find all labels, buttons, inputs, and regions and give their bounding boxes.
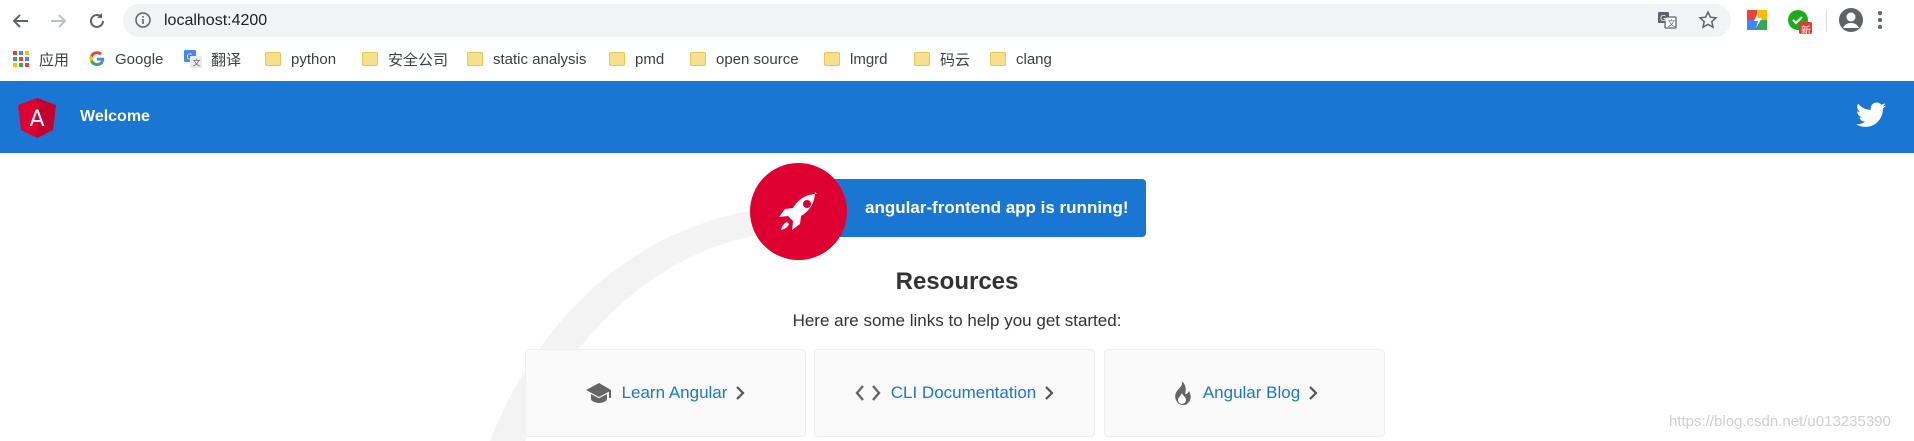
resource-link-label: Learn Angular bbox=[621, 383, 728, 402]
flame-icon bbox=[1171, 380, 1193, 406]
bookmark-label: static analysis bbox=[493, 50, 587, 68]
angular-logo-icon: A bbox=[18, 98, 56, 143]
bookmark-star-icon[interactable] bbox=[1698, 10, 1718, 30]
watermark-text: https://blog.csdn.net/u013235390 bbox=[1669, 413, 1891, 430]
extension-badge: 新 bbox=[1801, 26, 1811, 37]
twitter-link[interactable] bbox=[1856, 102, 1886, 133]
back-arrow-icon bbox=[12, 14, 28, 28]
bookmark-apps[interactable]: 应用 bbox=[12, 49, 69, 69]
page-translate-icon[interactable]: 文G bbox=[1657, 10, 1677, 30]
resource-link-label: Angular Blog bbox=[1202, 383, 1301, 402]
bookmark-folder-python[interactable]: python bbox=[264, 49, 336, 69]
bookmark-label: 安全公司 bbox=[388, 51, 449, 69]
bookmark-folder-pmd[interactable]: pmd bbox=[608, 49, 664, 69]
folder-icon bbox=[689, 50, 707, 68]
extension-colorful-icon[interactable] bbox=[1746, 9, 1768, 31]
reload-icon bbox=[90, 13, 104, 28]
bookmark-folder-static-analysis[interactable]: static analysis bbox=[466, 49, 586, 69]
bookmark-folder-security[interactable]: 安全公司 bbox=[361, 49, 448, 69]
svg-text:文: 文 bbox=[1668, 18, 1676, 28]
google-icon bbox=[88, 50, 106, 68]
main-content: angular-frontend app is running! Resourc… bbox=[0, 153, 1914, 441]
resources-subtitle: Here are some links to help you get star… bbox=[792, 311, 1122, 330]
resources-heading: Resources bbox=[895, 268, 1019, 295]
reload-button[interactable] bbox=[82, 6, 112, 36]
profile-button[interactable] bbox=[1838, 7, 1864, 38]
bookmark-folder-clang[interactable]: clang bbox=[989, 49, 1052, 69]
resource-card-angular-blog[interactable]: Angular Blog bbox=[1104, 349, 1385, 437]
resource-card-learn-angular[interactable]: Learn Angular bbox=[525, 349, 806, 437]
forward-arrow-icon bbox=[51, 14, 67, 28]
bookmark-label: lmgrd bbox=[850, 50, 888, 68]
bookmark-label: pmd bbox=[635, 50, 665, 68]
folder-icon bbox=[361, 50, 379, 68]
bookmark-folder-lmgrd[interactable]: lmgrd bbox=[823, 49, 888, 69]
back-button[interactable] bbox=[6, 6, 36, 36]
svg-text:文: 文 bbox=[193, 58, 201, 68]
logo-letter: A bbox=[29, 107, 44, 132]
chevron-right-icon bbox=[1308, 385, 1318, 401]
app-toolbar: A Welcome bbox=[0, 81, 1914, 153]
bookmark-label: 码云 bbox=[940, 51, 971, 69]
info-icon[interactable] bbox=[135, 12, 151, 28]
resource-card-cli-documentation[interactable]: CLI Documentation bbox=[814, 349, 1095, 437]
bookmark-folder-open-source[interactable]: open source bbox=[689, 49, 799, 69]
bookmark-google[interactable]: Google bbox=[88, 49, 163, 69]
bookmark-label: clang bbox=[1016, 50, 1052, 68]
bookmark-label: 应用 bbox=[39, 51, 70, 69]
folder-icon bbox=[989, 50, 1007, 68]
toolbar-divider bbox=[1826, 10, 1827, 32]
browser-toolbar: localhost:4200 文G 新 bbox=[0, 0, 1914, 42]
bookmark-label: Google bbox=[115, 50, 164, 68]
forward-button[interactable] bbox=[43, 6, 73, 36]
chevron-right-icon bbox=[735, 385, 745, 401]
apps-grid-icon bbox=[12, 50, 30, 68]
extension-green-icon[interactable]: 新 bbox=[1787, 9, 1812, 37]
twitter-icon bbox=[1856, 102, 1886, 127]
bookmark-label: 翻译 bbox=[211, 51, 242, 69]
bookmark-label: open source bbox=[716, 50, 799, 68]
more-vert-icon bbox=[1878, 11, 1882, 29]
rocket-icon bbox=[778, 191, 817, 230]
graduation-cap-icon bbox=[585, 382, 612, 404]
status-card: angular-frontend app is running! bbox=[829, 179, 1146, 237]
app-title: Welcome bbox=[80, 108, 150, 125]
address-bar[interactable]: localhost:4200 文G bbox=[123, 4, 1731, 37]
account-avatar-icon bbox=[1839, 8, 1863, 32]
translate-icon: G文 bbox=[184, 50, 202, 68]
browser-menu-button[interactable] bbox=[1876, 8, 1884, 37]
folder-icon bbox=[913, 50, 931, 68]
bookmarks-bar: 应用 Google G文 翻译 python 安全公司 static analy… bbox=[0, 42, 1914, 76]
folder-icon bbox=[608, 50, 626, 68]
status-card-text: angular-frontend app is running! bbox=[865, 198, 1129, 217]
folder-icon bbox=[823, 50, 841, 68]
bookmark-translate[interactable]: G文 翻译 bbox=[184, 49, 241, 69]
bookmark-folder-gitee[interactable]: 码云 bbox=[913, 49, 970, 69]
resource-link-label: CLI Documentation bbox=[890, 383, 1037, 402]
folder-icon bbox=[466, 50, 484, 68]
bookmark-label: python bbox=[291, 50, 337, 68]
code-brackets-icon bbox=[855, 384, 881, 402]
folder-icon bbox=[264, 50, 282, 68]
svg-text:G: G bbox=[1660, 14, 1666, 23]
chevron-right-icon bbox=[1044, 385, 1054, 401]
rocket-badge bbox=[750, 163, 847, 260]
url-text[interactable]: localhost:4200 bbox=[164, 12, 267, 30]
